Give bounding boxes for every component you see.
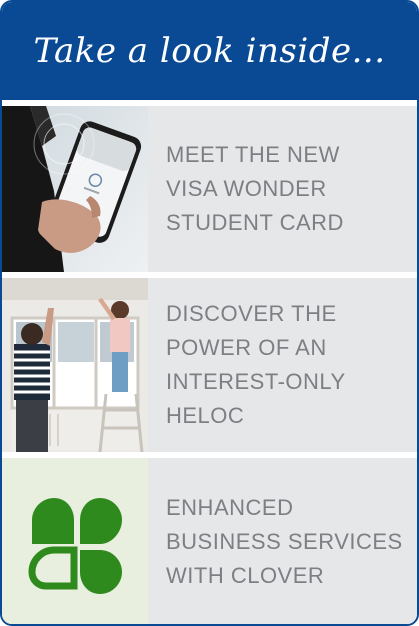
promo-text-line: DISCOVER THE <box>166 301 337 326</box>
promo-text-line: STUDENT CARD <box>166 210 344 235</box>
clover-logo-tile <box>2 458 148 624</box>
promo-item-heloc[interactable]: DISCOVER THE POWER OF AN INTEREST-ONLY H… <box>2 278 417 452</box>
promo-text-line: MEET THE NEW <box>166 142 340 167</box>
promo-text-line: BUSINESS SERVICES <box>166 529 403 554</box>
promo-text-line: INTEREST-ONLY <box>166 369 346 394</box>
promo-item-text: DISCOVER THE POWER OF AN INTEREST-ONLY H… <box>148 278 417 452</box>
promo-text-line: HELOC <box>166 403 245 428</box>
promo-item-visa-wonder[interactable]: MEET THE NEW VISA WONDER STUDENT CARD <box>2 106 417 272</box>
header-title: Take a look inside... <box>33 31 386 71</box>
promo-item-clover[interactable]: ENHANCED BUSINESS SERVICES WITH CLOVER <box>2 458 417 624</box>
home-renovation-photo <box>2 278 148 452</box>
promo-panel: Take a look inside... MEET THE NEW VISA … <box>0 0 419 626</box>
panel-header: Take a look inside... <box>2 2 417 100</box>
promo-item-text: ENHANCED BUSINESS SERVICES WITH CLOVER <box>148 458 417 624</box>
promo-text-line: VISA WONDER <box>166 176 327 201</box>
phone-payment-photo <box>2 106 148 272</box>
promo-text-line: WITH CLOVER <box>166 563 325 588</box>
clover-logo-icon <box>28 498 122 594</box>
promo-text-line: POWER OF AN <box>166 335 327 360</box>
promo-item-text: MEET THE NEW VISA WONDER STUDENT CARD <box>148 106 417 272</box>
promo-text-line: ENHANCED <box>166 495 294 520</box>
